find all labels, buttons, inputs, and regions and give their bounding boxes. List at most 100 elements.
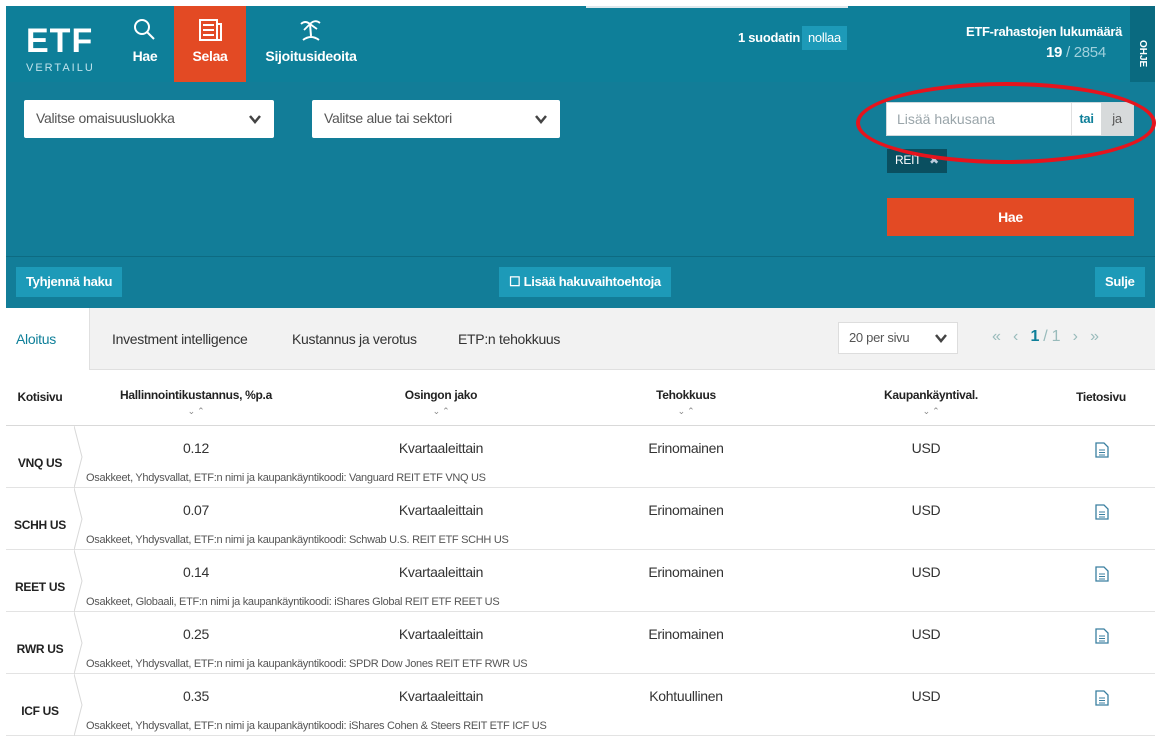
per-page-value: 20 per sivu (849, 330, 910, 345)
nav-search[interactable]: Hae (116, 6, 174, 82)
ticker-link[interactable]: VNQ US (6, 456, 74, 470)
keyword-tag-label: REIT (895, 153, 922, 167)
column-factsheet-label: Tietosivu (1076, 390, 1126, 404)
column-home: Kotisivu (6, 390, 74, 404)
tab-cost-taxation[interactable]: Kustannus ja verotus (282, 308, 427, 370)
keyword-search: tai ja (886, 102, 1134, 136)
page-total: / 1 (1043, 328, 1061, 345)
nav-investment-ideas-label: Sijoitusideoita (265, 48, 357, 64)
table-row[interactable]: ICF US 0.35 Kvartaaleittain Kohtuullinen USD… (6, 674, 1155, 736)
page-current: 1 (1030, 328, 1040, 345)
fund-description: Osakkeet, Yhdysvallat, ETF:n nimi ja kau… (86, 534, 509, 546)
row-divider-arrow (74, 426, 83, 488)
currency-value: USD (911, 626, 941, 642)
column-currency-label: Kaupankäyntival. (884, 388, 978, 402)
help-label: OHJE (1137, 40, 1148, 68)
region-sector-select-text: Valitse alue tai sektori (324, 110, 452, 126)
column-currency[interactable]: Kaupankäyntival. ⌄ ⌃ (866, 388, 996, 417)
table-row[interactable]: RWR US 0.25 Kvartaaleittain Erinomainen USD O… (6, 612, 1155, 674)
logo-subtitle: VERTAILU (26, 62, 95, 74)
search-button[interactable]: Hae (887, 198, 1134, 236)
sort-icon[interactable]: ⌄ ⌃ (616, 406, 756, 417)
tab-investment-intelligence[interactable]: Investment intelligence (102, 308, 258, 370)
table-row[interactable]: VNQ US 0.12 Kvartaaleittain Erinomainen USD O… (6, 426, 1155, 488)
ticker-link[interactable]: REET US (6, 580, 74, 594)
dividend-value: Kvartaaleittain (398, 626, 484, 642)
fee-value: 0.12 (182, 440, 210, 456)
row-divider-arrow (74, 488, 83, 550)
sort-icon[interactable]: ⌄ ⌃ (106, 406, 286, 417)
top-divider (586, 6, 848, 8)
and-toggle-button[interactable]: ja (1101, 103, 1133, 135)
ticker-link[interactable]: ICF US (6, 704, 74, 718)
nav-browse[interactable]: Selaa (174, 6, 246, 82)
chevron-down-icon (935, 334, 947, 343)
per-page-select[interactable]: 20 per sivu (838, 322, 958, 354)
keyword-search-input[interactable] (887, 103, 1070, 135)
row-divider-arrow (74, 674, 83, 736)
fund-description: Osakkeet, Yhdysvallat, ETF:n nimi ja kau… (86, 720, 547, 732)
nav-browse-label: Selaa (192, 48, 228, 64)
keyword-tag: REIT ✖ (887, 149, 947, 173)
remove-tag-icon[interactable]: ✖ (929, 153, 939, 167)
dividend-value: Kvartaaleittain (398, 564, 484, 580)
nav-investment-ideas[interactable]: Sijoitusideoita (256, 6, 366, 82)
reset-filters-button[interactable]: nollaa (802, 26, 847, 50)
fund-description: Osakkeet, Yhdysvallat, ETF:n nimi ja kau… (86, 472, 486, 484)
top-bar: ETF VERTAILU Hae Selaa Sijoitusideoita 1… (6, 6, 1155, 82)
document-icon[interactable] (1095, 504, 1109, 520)
fee-value: 0.07 (182, 502, 210, 518)
column-home-label: Kotisivu (17, 390, 63, 404)
fee-value: 0.25 (182, 626, 210, 642)
sort-icon[interactable]: ⌄ ⌃ (366, 406, 516, 417)
column-fee[interactable]: Hallinnointikustannus, %p.a ⌄ ⌃ (106, 388, 286, 417)
efficiency-value: Kohtuullinen (649, 688, 723, 704)
close-panel-button[interactable]: Sulje (1095, 267, 1145, 297)
next-page-icon[interactable]: › (1073, 328, 1078, 345)
document-icon[interactable] (1095, 628, 1109, 644)
row-divider-arrow (74, 612, 83, 674)
document-icon[interactable] (1095, 566, 1109, 582)
column-dividend[interactable]: Osingon jako ⌄ ⌃ (366, 388, 516, 417)
asset-class-select[interactable]: Valitse omaisuusluokka (24, 100, 274, 138)
efficiency-value: Erinomainen (648, 626, 724, 642)
ticker-link[interactable]: SCHH US (6, 518, 74, 532)
chevron-down-icon (535, 115, 547, 124)
palm-island-icon (300, 20, 321, 41)
logo[interactable]: ETF VERTAILU (20, 20, 100, 74)
currency-value: USD (911, 564, 941, 580)
document-icon[interactable] (1095, 690, 1109, 706)
etf-count-value: 19 / 2854 (1046, 44, 1106, 61)
help-tab[interactable]: OHJE (1130, 6, 1155, 82)
document-icon[interactable] (1095, 442, 1109, 458)
column-fee-label: Hallinnointikustannus, %p.a (120, 388, 272, 402)
last-page-icon[interactable]: » (1090, 328, 1099, 345)
tab-etp-efficiency[interactable]: ETP:n tehokkuus (448, 308, 570, 370)
clear-search-button[interactable]: Tyhjennä haku (16, 267, 123, 297)
currency-value: USD (911, 688, 941, 704)
tab-home[interactable]: Aloitus (6, 308, 90, 370)
ticker-link[interactable]: RWR US (6, 642, 74, 656)
or-toggle-button[interactable]: tai (1071, 103, 1101, 135)
newspaper-icon (199, 19, 222, 41)
efficiency-value: Erinomainen (648, 502, 724, 518)
asset-class-select-text: Valitse omaisuusluokka (36, 110, 175, 126)
fee-value: 0.35 (182, 688, 210, 704)
fund-description: Osakkeet, Globaali, ETF:n nimi ja kaupan… (86, 596, 500, 608)
region-sector-select[interactable]: Valitse alue tai sektori (312, 100, 560, 138)
fund-description: Osakkeet, Yhdysvallat, ETF:n nimi ja kau… (86, 658, 528, 670)
table-row[interactable]: SCHH US 0.07 Kvartaaleittain Erinomainen USD… (6, 488, 1155, 550)
etf-count-current: 19 (1046, 44, 1063, 61)
more-search-options-button[interactable]: ☐ Lisää hakuvaihtoehtoja (499, 267, 671, 297)
dividend-value: Kvartaaleittain (398, 502, 484, 518)
column-dividend-label: Osingon jako (404, 388, 478, 402)
etf-count-total: / 2854 (1065, 44, 1106, 61)
active-filter-count: 1 suodatin (738, 30, 801, 45)
sort-icon[interactable]: ⌄ ⌃ (866, 406, 996, 417)
dividend-value: Kvartaaleittain (398, 440, 484, 456)
column-efficiency[interactable]: Tehokkuus ⌄ ⌃ (616, 388, 756, 417)
prev-page-icon[interactable]: ‹ (1013, 328, 1018, 345)
pagination: « ‹ 1 / 1 › » (992, 328, 1099, 346)
first-page-icon[interactable]: « (992, 328, 1001, 345)
table-row[interactable]: REET US 0.14 Kvartaaleittain Erinomainen USD… (6, 550, 1155, 612)
